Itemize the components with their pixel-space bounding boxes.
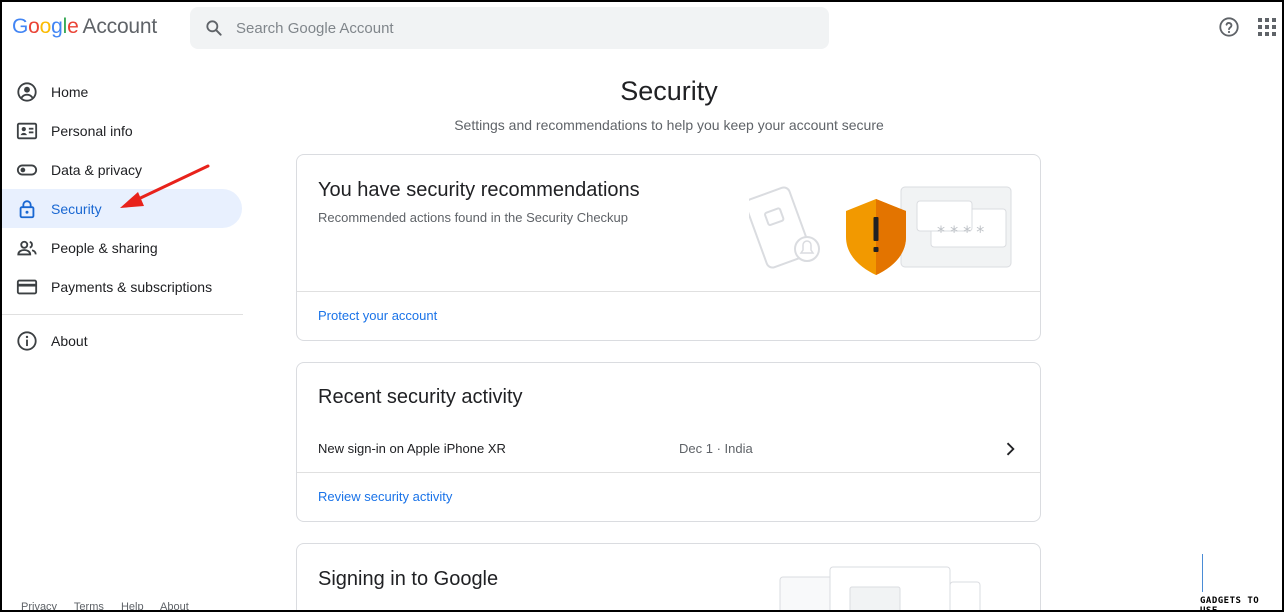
- recent-security-activity-card: Recent security activity New sign-in on …: [296, 362, 1041, 522]
- sidebar-item-label: Personal info: [51, 122, 133, 139]
- sidebar-item-label: Payments & subscriptions: [51, 278, 213, 295]
- people-icon: [16, 237, 38, 259]
- sidebar-item-payments[interactable]: Payments & subscriptions: [2, 267, 242, 306]
- google-account-logo[interactable]: Google Account: [12, 15, 157, 39]
- info-icon: [16, 330, 38, 352]
- card-description: Recommended actions found in the Securit…: [318, 210, 629, 225]
- activity-event: New sign-in on Apple iPhone XR: [318, 441, 506, 456]
- card-divider: [297, 291, 1040, 292]
- chevron-right-icon: [1000, 439, 1020, 464]
- id-card-icon: [16, 120, 38, 142]
- sidebar-item-label: Security: [51, 200, 102, 217]
- card-divider: [297, 472, 1040, 473]
- toggle-icon: [16, 159, 38, 181]
- card-title: You have security recommendations: [318, 179, 640, 201]
- sidebar-item-label: About: [51, 332, 88, 349]
- logo-account-label: Account: [82, 15, 158, 38]
- svg-text:* * * *: * * * *: [937, 222, 984, 241]
- review-security-activity-link[interactable]: Review security activity: [318, 489, 452, 504]
- activity-meta: Dec 1 · India: [679, 441, 753, 456]
- lock-icon: [16, 198, 38, 220]
- annotation-arrow-icon: [114, 162, 214, 217]
- sidebar-divider: [2, 314, 243, 315]
- footer-link-about[interactable]: About: [160, 601, 189, 610]
- sidebar-item-label: People & sharing: [51, 239, 158, 256]
- security-recommendations-card: You have security recommendations Recomm…: [296, 154, 1041, 341]
- footer-link-help[interactable]: Help: [121, 601, 144, 610]
- page-subtitle: Settings and recommendations to help you…: [454, 117, 884, 133]
- account-circle-icon: [16, 81, 38, 103]
- google-wordmark: Google: [12, 15, 79, 38]
- sidebar-item-home[interactable]: Home: [2, 72, 242, 111]
- card-title: Signing in to Google: [318, 568, 499, 590]
- search-bar[interactable]: [190, 7, 829, 49]
- watermark: GADGETS TO USE: [1200, 596, 1260, 610]
- footer-links: Privacy Terms Help About: [21, 601, 203, 610]
- protect-account-link[interactable]: Protect your account: [318, 308, 437, 323]
- sidebar-item-about[interactable]: About: [2, 321, 242, 360]
- apps-grid-icon[interactable]: [1257, 17, 1277, 37]
- credit-card-icon: [16, 276, 38, 298]
- sidebar-item-personal-info[interactable]: Personal info: [2, 111, 242, 150]
- search-input[interactable]: [236, 7, 816, 49]
- top-bar: Google Account: [2, 2, 1282, 54]
- sidebar-item-label: Home: [51, 83, 89, 100]
- signing-in-card: Signing in to Google: [296, 543, 1041, 610]
- app-window: GoogleAccount Home: [2, 2, 1282, 610]
- footer-link-terms[interactable]: Terms: [74, 601, 104, 610]
- help-icon[interactable]: [1218, 16, 1240, 38]
- search-icon[interactable]: [204, 18, 224, 43]
- page-title: Security: [620, 76, 718, 106]
- security-checkup-illustration: * * * *: [744, 179, 1014, 284]
- footer-link-privacy[interactable]: Privacy: [21, 601, 57, 610]
- signing-in-illustration: [775, 562, 1015, 610]
- card-title: Recent security activity: [318, 386, 523, 408]
- watermark-line: [1202, 554, 1203, 592]
- sidebar-item-people-sharing[interactable]: People & sharing: [2, 228, 242, 267]
- activity-row[interactable]: New sign-in on Apple iPhone XR Dec 1 · I…: [297, 429, 1040, 472]
